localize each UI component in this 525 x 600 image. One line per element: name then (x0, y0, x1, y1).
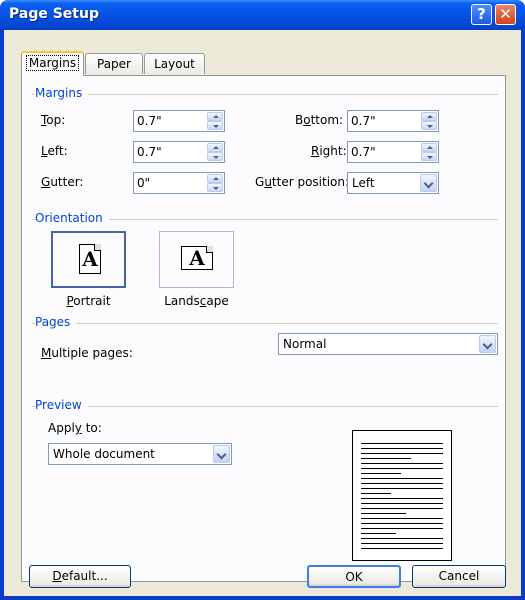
tab-layout-label: Layout (154, 57, 195, 71)
apply-to-value: Whole document (53, 447, 155, 461)
gutter-position-select[interactable]: Left (347, 172, 439, 194)
gutter-value: 0" (137, 176, 151, 190)
landscape-label: Landscape (164, 294, 229, 308)
chevron-down-icon[interactable] (420, 174, 437, 192)
top-margin-stepper[interactable]: 0.7" (133, 110, 225, 132)
tab-layout[interactable]: Layout (144, 53, 205, 74)
tab-margins-label: Margins (25, 55, 80, 71)
default-button[interactable]: Default... (29, 565, 131, 588)
tab-paper[interactable]: Paper (85, 53, 143, 74)
left-label: Left: (41, 144, 68, 158)
right-margin-stepper[interactable]: 0.7" (347, 141, 439, 163)
spin-up-icon[interactable] (207, 143, 223, 152)
page-setup-dialog: Page Setup ? ✕ Margins Paper Layout Marg… (0, 0, 525, 600)
spin-down-icon[interactable] (421, 152, 437, 161)
right-margin-value: 0.7" (351, 145, 376, 159)
gutter-label: Gutter: (41, 175, 84, 189)
chevron-down-icon[interactable] (479, 335, 496, 353)
margins-tab-panel: Margins Top: 0.7" Bottom: 0.7" Left: 0.7… (21, 75, 506, 582)
gutter-position-value: Left (352, 176, 375, 190)
apply-to-label: Apply to: (48, 421, 102, 435)
help-icon[interactable]: ? (471, 4, 492, 25)
pages-group-label: Pages (35, 315, 77, 329)
tab-margins[interactable]: Margins (21, 51, 84, 76)
page-fold-icon (94, 244, 101, 251)
bottom-margin-value: 0.7" (351, 114, 376, 128)
margins-group-label: Margins (35, 86, 89, 100)
bottom-label: Bottom: (295, 113, 344, 127)
right-label: Right: (311, 144, 347, 158)
ok-button[interactable]: OK (307, 565, 401, 588)
portrait-label: Portrait (66, 294, 111, 308)
title-bar[interactable]: Page Setup ? ✕ (0, 0, 525, 30)
page-preview (352, 430, 452, 561)
top-margin-value: 0.7" (137, 114, 162, 128)
spin-down-icon[interactable] (207, 183, 223, 192)
top-label: Top: (41, 113, 66, 127)
spin-up-icon[interactable] (421, 143, 437, 152)
close-icon[interactable]: ✕ (495, 4, 516, 25)
bottom-margin-stepper[interactable]: 0.7" (347, 110, 439, 132)
margins-group-divider (32, 94, 498, 95)
left-margin-value: 0.7" (137, 145, 162, 159)
chevron-down-icon[interactable] (213, 445, 230, 463)
preview-group-divider (32, 406, 498, 407)
dialog-body: Margins Paper Layout Margins Top: 0.7" B… (4, 30, 521, 596)
spin-down-icon[interactable] (207, 121, 223, 130)
preview-group-label: Preview (35, 398, 88, 412)
gutter-stepper[interactable]: 0" (133, 172, 225, 194)
multiple-pages-value: Normal (283, 337, 327, 351)
page-fold-icon (206, 246, 213, 253)
tab-paper-label: Paper (97, 57, 131, 71)
landscape-option[interactable]: A (159, 231, 234, 288)
pages-group-divider (32, 323, 498, 324)
spin-up-icon[interactable] (207, 174, 223, 183)
cancel-button[interactable]: Cancel (412, 565, 506, 588)
multiple-pages-select[interactable]: Normal (278, 333, 498, 355)
apply-to-select[interactable]: Whole document (48, 443, 232, 465)
gutter-position-label: Gutter position: (255, 175, 350, 189)
multiple-pages-label: Multiple pages: (41, 346, 133, 360)
window-title: Page Setup (9, 6, 99, 22)
spin-down-icon[interactable] (207, 152, 223, 161)
spin-down-icon[interactable] (421, 121, 437, 130)
portrait-option[interactable]: A (51, 231, 126, 288)
spin-up-icon[interactable] (207, 112, 223, 121)
orientation-group-label: Orientation (35, 211, 109, 225)
spin-up-icon[interactable] (421, 112, 437, 121)
left-margin-stepper[interactable]: 0.7" (133, 141, 225, 163)
